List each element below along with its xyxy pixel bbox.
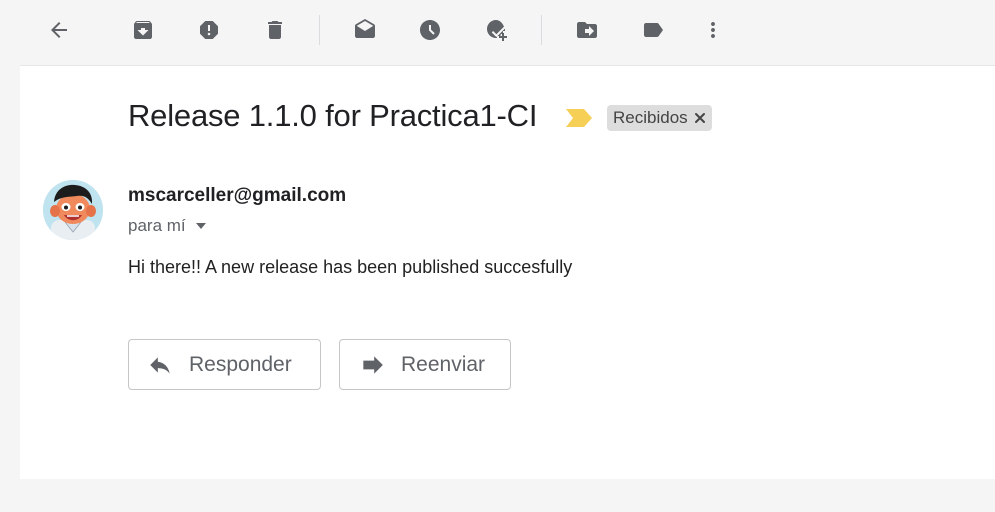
- add-to-tasks-button[interactable]: [477, 10, 517, 50]
- importance-marker-icon[interactable]: [566, 109, 592, 127]
- delete-button[interactable]: [255, 10, 295, 50]
- forward-button[interactable]: Reenviar: [339, 339, 511, 390]
- reply-button-label: Responder: [189, 352, 292, 376]
- snooze-button[interactable]: [410, 10, 450, 50]
- more-vert-icon: [711, 22, 715, 38]
- delete-icon: [268, 21, 282, 39]
- mark-unread-button[interactable]: [345, 10, 385, 50]
- move-to-button[interactable]: [567, 10, 607, 50]
- report-spam-button[interactable]: [189, 10, 229, 50]
- reply-button[interactable]: Responder: [128, 339, 321, 390]
- mark-unread-icon: [355, 19, 375, 38]
- reply-icon: [150, 356, 170, 374]
- more-options-button[interactable]: [693, 10, 733, 50]
- forward-icon: [363, 355, 383, 374]
- add-to-tasks-icon: [487, 20, 507, 41]
- cartoon-avatar-icon: [43, 180, 103, 240]
- labels-button[interactable]: [633, 10, 673, 50]
- forward-button-label: Reenviar: [401, 352, 486, 376]
- arrow-back-icon: [51, 22, 67, 38]
- label-chip: Recibidos: [607, 105, 712, 131]
- sender-address[interactable]: mscarceller@gmail.com: [128, 185, 346, 207]
- label-icon: [644, 23, 663, 37]
- caret-down-icon[interactable]: [194, 219, 208, 233]
- email-subject: Release 1.1.0 for Practica1-CI: [128, 98, 538, 133]
- toolbar-divider: [319, 15, 320, 45]
- email-body: Hi there!! A new release has been publis…: [128, 257, 573, 277]
- recipient-details[interactable]: para mí: [128, 216, 208, 236]
- avatar[interactable]: [43, 180, 103, 240]
- back-button[interactable]: [39, 10, 79, 50]
- message-panel: Release 1.1.0 for Practica1-CI Recibidos…: [20, 65, 995, 479]
- report-spam-icon: [200, 21, 218, 39]
- archive-button[interactable]: [123, 10, 163, 50]
- label-chip-text: Recibidos: [613, 108, 688, 127]
- move-to-icon: [577, 22, 597, 38]
- recipient-text: para mí: [128, 216, 186, 235]
- toolbar: [0, 0, 995, 64]
- toolbar-divider: [541, 15, 542, 45]
- archive-icon: [134, 21, 152, 39]
- remove-label-icon[interactable]: [694, 112, 706, 124]
- snooze-icon: [420, 20, 440, 40]
